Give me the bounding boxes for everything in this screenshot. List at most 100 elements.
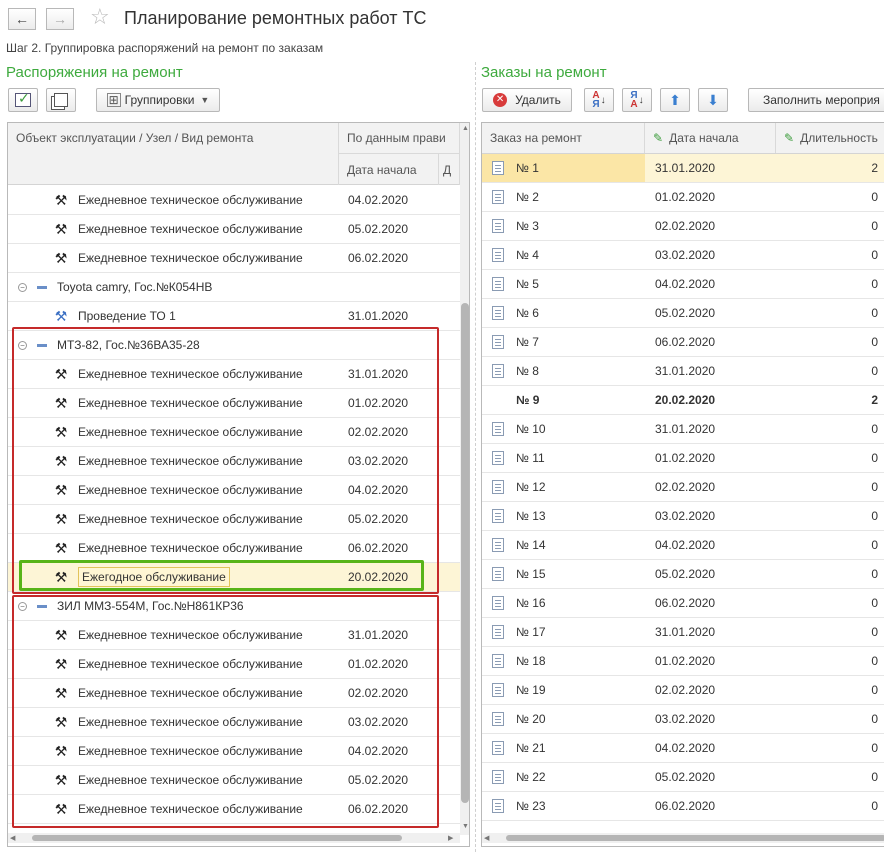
order-row[interactable]: № 6 05.02.2020 0 — [482, 299, 884, 328]
collapse-icon[interactable]: − — [18, 601, 27, 611]
copy-button[interactable] — [46, 88, 76, 112]
document-icon — [492, 654, 504, 668]
order-number: № 13 — [516, 509, 546, 523]
table-row[interactable]: ⚒ Ежедневное техническое обслуживание 03.0… — [8, 708, 460, 737]
order-start-date-cell: 05.02.2020 — [655, 306, 716, 320]
check-all-button[interactable] — [8, 88, 38, 112]
panel-divider[interactable] — [475, 62, 476, 852]
order-row[interactable]: № 13 03.02.2020 0 — [482, 502, 884, 531]
scroll-up-icon[interactable]: ▲ — [462, 125, 469, 132]
groupings-button[interactable]: ⊞ Группировки ▼ — [96, 88, 220, 112]
table-row[interactable]: ⚒ Ежедневное техническое обслуживание 01.0… — [8, 389, 460, 418]
fill-activities-button[interactable]: Заполнить мероприя — [748, 88, 884, 112]
scroll-thumb[interactable] — [461, 303, 469, 803]
group-row[interactable]: − МТЗ-82, Гос.№36ВА35-28 — [8, 331, 460, 360]
object-label: Ежедневное техническое обслуживание — [78, 396, 303, 410]
collapse-icon[interactable]: − — [18, 340, 27, 350]
order-row[interactable]: № 12 02.02.2020 0 — [482, 473, 884, 502]
collapse-icon[interactable]: − — [18, 282, 27, 292]
table-row[interactable]: ⚒ Ежедневное техническое обслуживание 31.0… — [8, 360, 460, 389]
object-cell: ⚒ Ежедневное техническое обслуживание — [52, 476, 303, 504]
sort-asc-button[interactable]: А Я ↓ — [584, 88, 614, 112]
order-row[interactable]: № 22 05.02.2020 0 — [482, 763, 884, 792]
order-start-date-cell: 01.02.2020 — [655, 190, 716, 204]
column-extra[interactable]: Д — [439, 154, 460, 185]
back-button[interactable]: ← — [8, 8, 36, 30]
order-row[interactable]: № 1 31.01.2020 2 — [482, 154, 884, 183]
column-object[interactable]: Объект эксплуатации / Узел / Вид ремонта — [8, 123, 339, 185]
order-row[interactable]: № 10 31.01.2020 0 — [482, 415, 884, 444]
wrench-icon: ⚒ — [54, 452, 68, 469]
delete-button[interactable]: ✕ Удалить — [482, 88, 572, 112]
table-row[interactable]: ⚒ Ежедневное техническое обслуживание 06.0… — [8, 244, 460, 273]
scroll-left-icon[interactable]: ◀ — [484, 834, 489, 842]
wrench-icon: ⚒ — [54, 684, 68, 701]
sort-desc-button[interactable]: Я А ↓ — [622, 88, 652, 112]
order-row[interactable]: № 5 04.02.2020 0 — [482, 270, 884, 299]
order-row[interactable]: № 8 31.01.2020 0 — [482, 357, 884, 386]
order-number: № 22 — [516, 770, 546, 784]
vertical-scrollbar[interactable]: ▲ ▼ — [460, 123, 469, 835]
order-row[interactable]: № 4 03.02.2020 0 — [482, 241, 884, 270]
table-row[interactable]: ⚒ Ежедневное техническое обслуживание 03.0… — [8, 447, 460, 476]
column-duration[interactable]: ✎ Длительность — [776, 123, 884, 153]
scroll-down-icon[interactable]: ▼ — [462, 823, 469, 830]
table-row[interactable]: ⚒ Ежедневное техническое обслуживание 02.0… — [8, 679, 460, 708]
order-row[interactable]: № 14 04.02.2020 0 — [482, 531, 884, 560]
table-row[interactable]: ⚒ Ежедневное техническое обслуживание 05.0… — [8, 215, 460, 244]
order-row[interactable]: № 15 05.02.2020 0 — [482, 560, 884, 589]
table-row[interactable]: ⚒ Ежедневное техническое обслуживание 04.0… — [8, 186, 460, 215]
order-row[interactable]: № 16 06.02.2020 0 — [482, 589, 884, 618]
orders-horizontal-scrollbar[interactable]: ◀ — [482, 833, 884, 843]
order-number-cell: № 7 — [482, 328, 645, 356]
order-row[interactable]: № 21 04.02.2020 0 — [482, 734, 884, 763]
table-row[interactable]: ⚒ Ежедневное техническое обслуживание 31.0… — [8, 621, 460, 650]
favorite-star-icon[interactable]: ☆ — [90, 6, 110, 28]
column-start-date[interactable]: Дата начала — [339, 154, 439, 185]
order-row[interactable]: № 20 03.02.2020 0 — [482, 705, 884, 734]
orders-dispositions-table[interactable]: Объект эксплуатации / Узел / Вид ремонта… — [7, 122, 470, 847]
column-order-start-date[interactable]: ✎ Дата начала — [645, 123, 776, 153]
horizontal-scrollbar[interactable]: ◀ ▶ — [8, 833, 460, 843]
order-row[interactable]: № 3 02.02.2020 0 — [482, 212, 884, 241]
order-row[interactable]: № 2 01.02.2020 0 — [482, 183, 884, 212]
table-row[interactable]: ⚒ Ежедневное техническое обслуживание 04.0… — [8, 476, 460, 505]
table-row[interactable]: ⚒ Ежедневное техническое обслуживание 05.0… — [8, 505, 460, 534]
order-number-cell: № 20 — [482, 705, 645, 733]
hscroll-thumb[interactable] — [32, 835, 402, 841]
move-up-button[interactable]: ⬆ — [660, 88, 690, 112]
start-date-cell: 04.02.2020 — [348, 744, 409, 758]
start-date-cell: 06.02.2020 — [348, 251, 409, 265]
right-section-title: Заказы на ремонт — [481, 64, 607, 81]
table-row[interactable]: ⚒ Ежедневное техническое обслуживание 04.0… — [8, 737, 460, 766]
order-row[interactable]: № 19 02.02.2020 0 — [482, 676, 884, 705]
column-order[interactable]: Заказ на ремонт — [482, 123, 645, 153]
table-row[interactable]: ⚒ Ежедневное техническое обслуживание 06.0… — [8, 795, 460, 824]
table-header: Объект эксплуатации / Узел / Вид ремонта… — [8, 123, 460, 185]
group-row[interactable]: − Toyota camry, Гос.№К054НВ — [8, 273, 460, 302]
table-row[interactable]: ⚒ Проведение ТО 1 31.01.2020 — [8, 302, 460, 331]
order-row[interactable]: № 17 31.01.2020 0 — [482, 618, 884, 647]
move-down-button[interactable]: ⬇ — [698, 88, 728, 112]
table-row[interactable]: ⚒ Ежедневное техническое обслуживание 02.0… — [8, 418, 460, 447]
table-row[interactable]: ⚒ Ежедневное техническое обслуживание 06.0… — [8, 534, 460, 563]
table-row[interactable]: ⚒ Ежегодное обслуживание 20.02.2020 — [8, 563, 460, 592]
group-row[interactable]: − ЗИЛ ММЗ-554М, Гос.№Н861КР36 — [8, 592, 460, 621]
object-label: Ежедневное техническое обслуживание — [78, 193, 303, 207]
wrench-icon: ⚒ — [54, 307, 68, 324]
order-row[interactable]: № 18 01.02.2020 0 — [482, 647, 884, 676]
order-row[interactable]: № 11 01.02.2020 0 — [482, 444, 884, 473]
table-row[interactable]: ⚒ Ежедневное техническое обслуживание 01.0… — [8, 650, 460, 679]
forward-button[interactable]: → — [46, 8, 74, 30]
table-row[interactable]: ⚒ Ежедневное техническое обслуживание 05.0… — [8, 766, 460, 795]
wrench-icon: ⚒ — [54, 423, 68, 440]
scroll-right-icon[interactable]: ▶ — [448, 834, 453, 842]
orders-hscroll-thumb[interactable] — [506, 835, 884, 841]
repair-orders-table[interactable]: Заказ на ремонт ✎ Дата начала ✎ Длительнос… — [481, 122, 884, 847]
column-rule-group[interactable]: По данным прави — [339, 123, 460, 154]
order-number: № 23 — [516, 799, 546, 813]
order-row[interactable]: № 9 20.02.2020 2 — [482, 386, 884, 415]
order-row[interactable]: № 7 06.02.2020 0 — [482, 328, 884, 357]
order-row[interactable]: № 23 06.02.2020 0 — [482, 792, 884, 821]
scroll-left-icon[interactable]: ◀ — [10, 834, 15, 842]
